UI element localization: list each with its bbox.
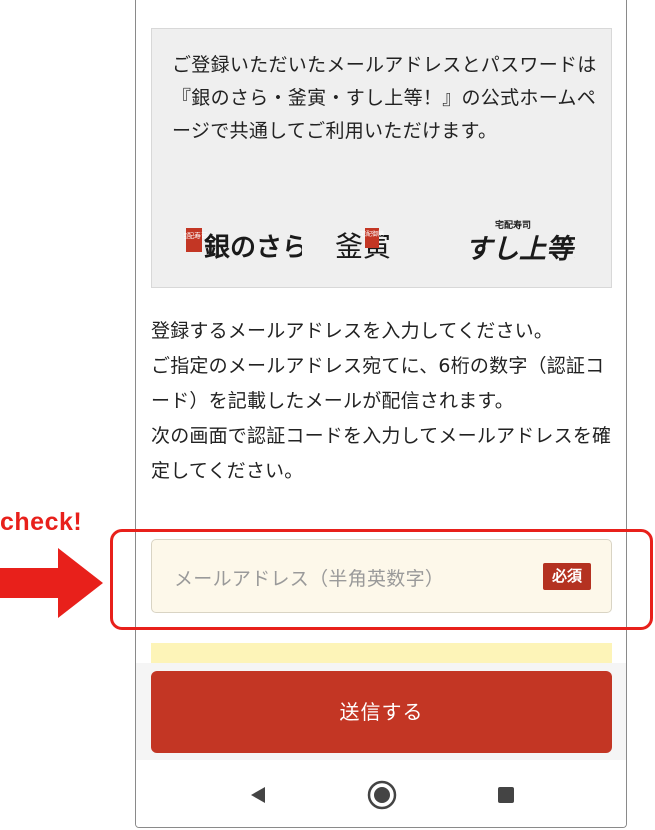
ginnosara-logo-text: 銀のさら <box>204 233 302 263</box>
instruction-line: 登録するメールアドレスを入力してください。 <box>151 320 554 342</box>
instruction-line: ご指定のメールアドレス宛てに、6桁の数字（認証コード）を記載したメールが配信され… <box>151 355 605 412</box>
required-badge: 必須 <box>542 563 591 590</box>
arrow-right-icon <box>0 548 103 618</box>
sushijoto-sub-label: 宅配寿司 <box>495 219 531 231</box>
ginnosara-logo: 宅配寿司 銀のさら <box>184 228 302 263</box>
shared-account-info-box: ご登録いただいたメールアドレスとパスワードは『銀のさら・釜寅・すし上等！』の公式… <box>151 28 612 288</box>
email-instruction: 登録するメールアドレスを入力してください。 ご指定のメールアドレス宛てに、6桁の… <box>151 314 616 489</box>
email-field-placeholder: メールアドレス（半角英数字） <box>174 568 445 590</box>
screenshot-stage: ご登録いただいたメールアドレスとパスワードは『銀のさら・釜寅・すし上等！』の公式… <box>0 0 655 830</box>
email-field[interactable]: メールアドレス（半角英数字） 必須 <box>151 539 612 613</box>
recents-icon[interactable] <box>488 777 524 813</box>
sushijoto-logo: 宅配寿司 すし上等! <box>465 219 575 265</box>
home-icon[interactable] <box>364 777 400 813</box>
kamatora-sub-label: 宅配御膳 <box>360 230 384 238</box>
android-nav-bar <box>136 760 626 827</box>
kamatora-logo: 釜寅 宅配御膳 <box>335 228 391 263</box>
brand-logos: 宅配寿司 銀のさら 釜寅 宅配御膳 宅配寿司 すし上等! <box>152 214 611 269</box>
phone-screen: ご登録いただいたメールアドレスとパスワードは『銀のさら・釜寅・すし上等！』の公式… <box>135 0 627 828</box>
instruction-line: 次の画面で認証コードを入力してメールアドレスを確定してください。 <box>151 425 612 482</box>
back-icon[interactable] <box>240 777 276 813</box>
shared-account-info-text: ご登録いただいたメールアドレスとパスワードは『銀のさら・釜寅・すし上等！』の公式… <box>172 54 597 142</box>
send-button[interactable]: 送信する <box>151 671 612 753</box>
sushijoto-logo-text: すし上等! <box>465 234 575 265</box>
check-annotation-label: check! <box>0 508 83 536</box>
